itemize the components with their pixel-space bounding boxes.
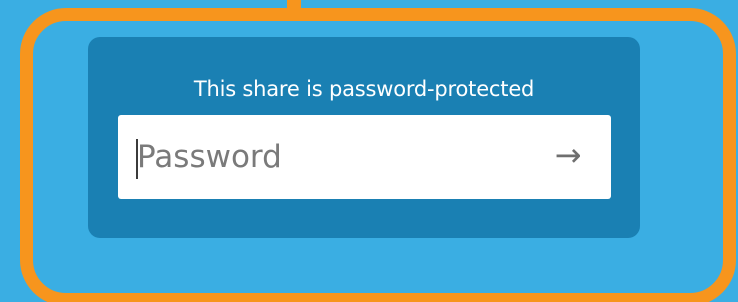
password-field-container[interactable]: → [118, 115, 611, 199]
password-input[interactable] [137, 129, 537, 185]
dialog-title: This share is password-protected [193, 77, 535, 101]
arrow-right-icon[interactable]: → [548, 133, 588, 177]
password-dialog: This share is password-protected → [88, 37, 640, 238]
